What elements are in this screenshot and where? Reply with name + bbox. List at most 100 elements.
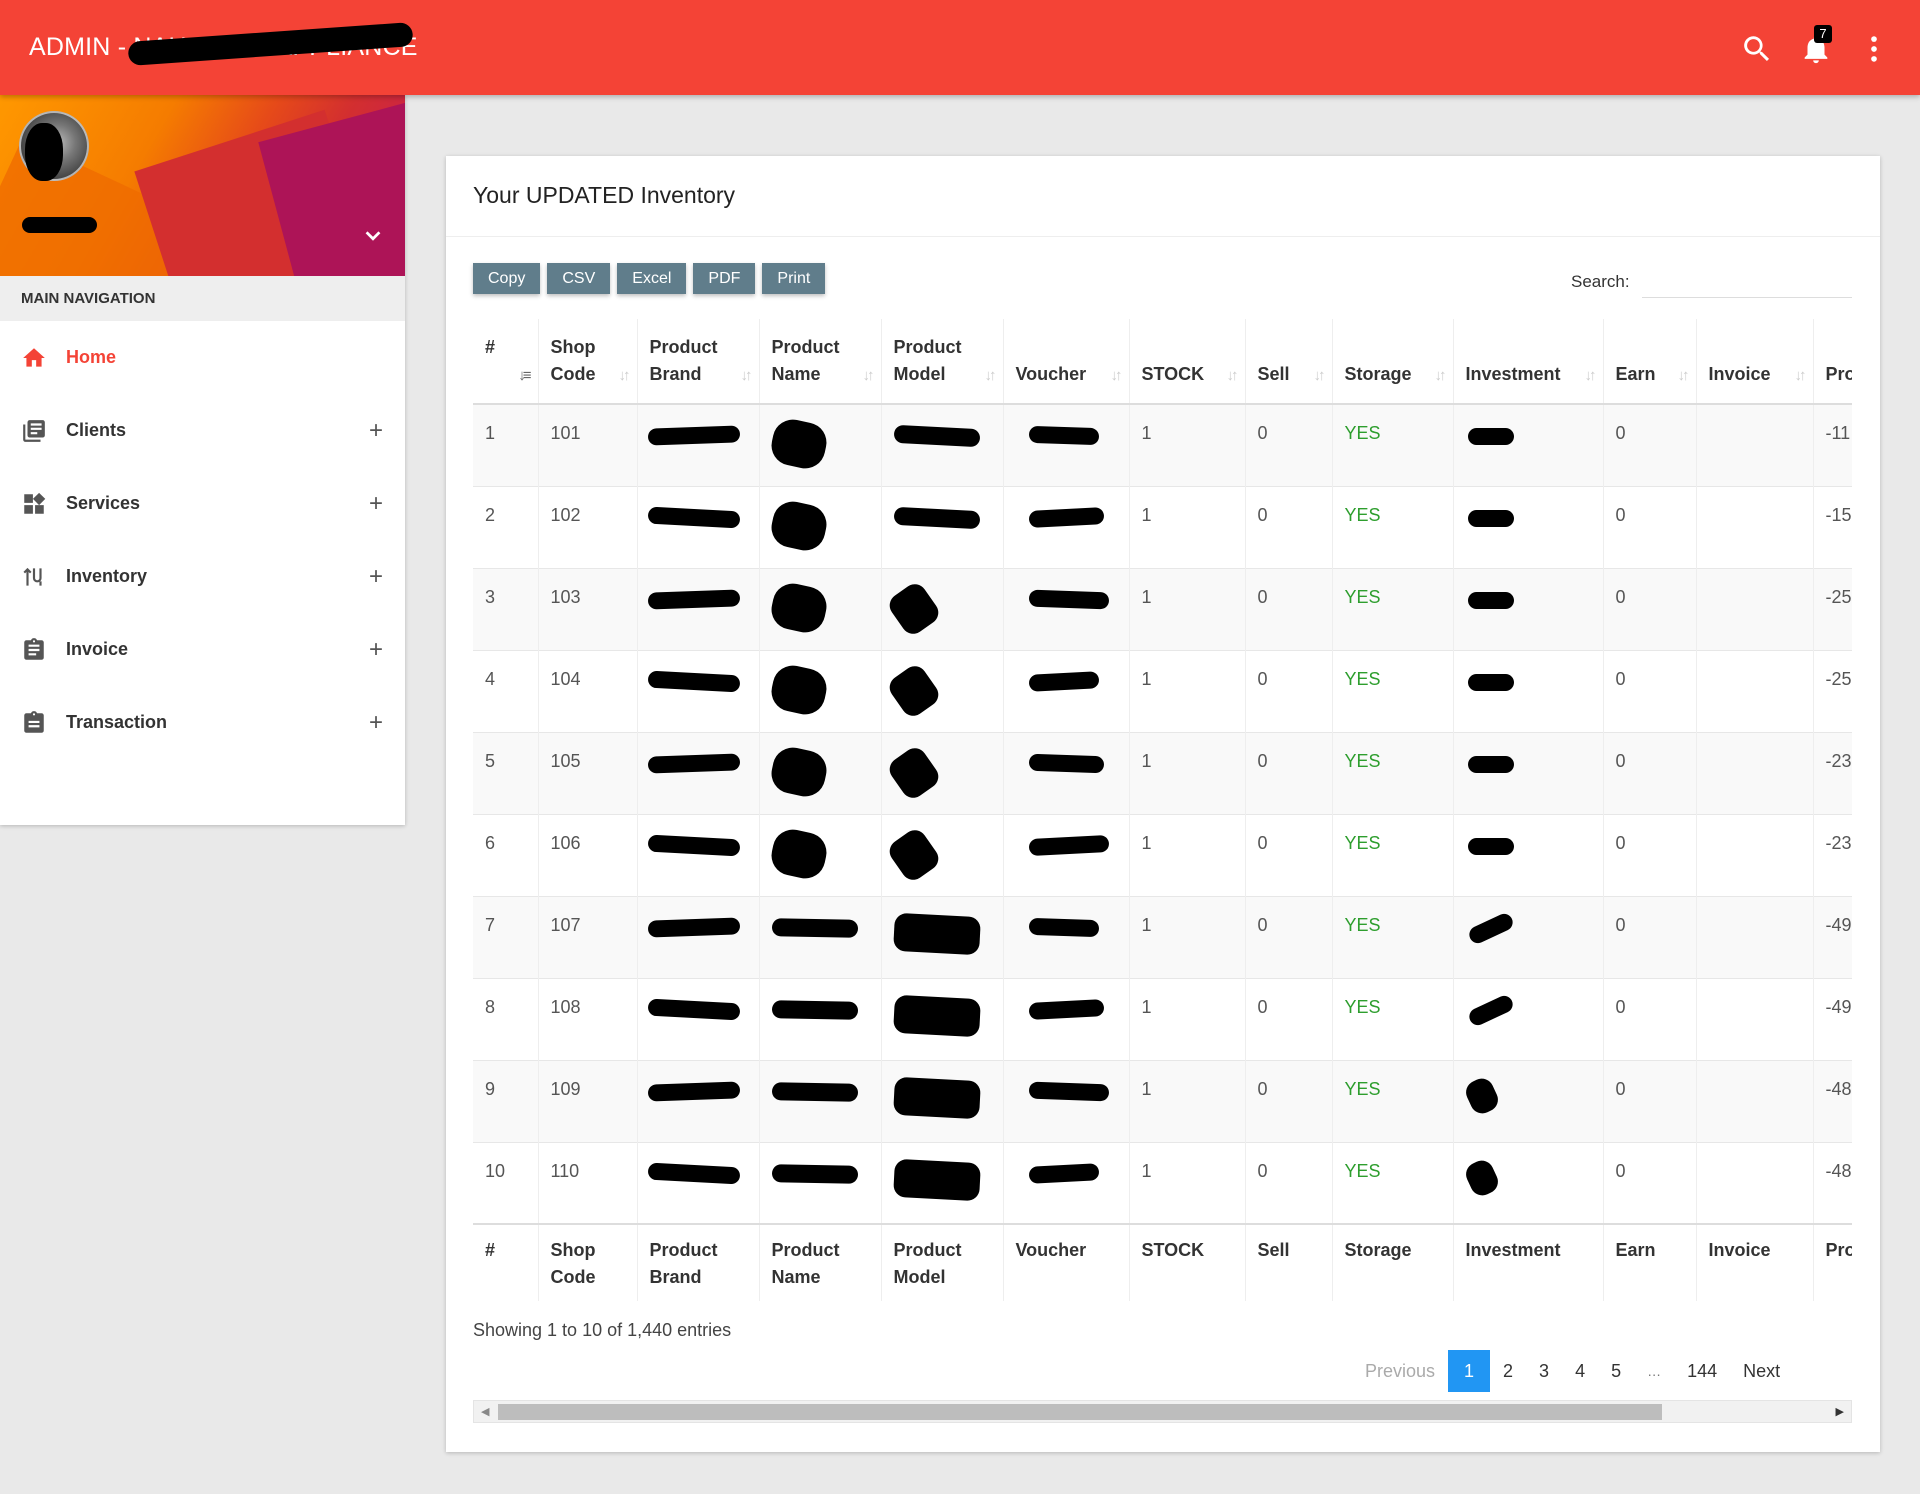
horizontal-scrollbar[interactable]: ◀ ▶ xyxy=(473,1400,1852,1423)
redaction-mark xyxy=(771,1081,858,1102)
product-brand-cell xyxy=(637,1060,760,1142)
clients-icon xyxy=(20,417,48,445)
redaction-mark xyxy=(647,588,740,610)
column-header[interactable]: Invoice ↓↑ xyxy=(1696,319,1814,405)
page-button[interactable]: 3 xyxy=(1526,1350,1562,1392)
sort-icon: ↓↑ xyxy=(1677,367,1690,384)
copy-button[interactable]: Copy xyxy=(473,263,541,294)
column-header[interactable]: Earn ↓↑ xyxy=(1603,319,1697,405)
product-brand-cell xyxy=(637,568,760,650)
sidebar-item-invoice[interactable]: Invoice + xyxy=(0,613,405,686)
sell-cell: 0 xyxy=(1245,404,1333,486)
expand-icon[interactable]: + xyxy=(369,563,383,591)
page-button[interactable]: 2 xyxy=(1490,1350,1526,1392)
more-vert-icon[interactable] xyxy=(1857,32,1891,66)
redaction-mark xyxy=(1466,910,1515,946)
pro-cell: -25 xyxy=(1813,650,1852,732)
sidebar-item-clients[interactable]: Clients + xyxy=(0,394,405,467)
row-number: 9 xyxy=(473,1060,539,1142)
table-row: 9 109 1 0 YES 0 -48 xyxy=(473,1060,1852,1142)
pagination-ellipsis: … xyxy=(1647,1363,1662,1379)
sell-cell: 0 xyxy=(1245,814,1333,896)
pro-cell: -15 xyxy=(1813,486,1852,568)
next-page-button[interactable]: Next xyxy=(1730,1350,1793,1392)
page-button[interactable]: 144 xyxy=(1674,1350,1730,1392)
column-header[interactable]: # ↓≡ xyxy=(473,319,539,405)
product-model-cell xyxy=(881,814,1004,896)
scrollbar-thumb[interactable] xyxy=(498,1404,1662,1420)
scroll-right-icon[interactable]: ▶ xyxy=(1836,1405,1844,1418)
column-header[interactable]: STOCK ↓↑ xyxy=(1129,319,1246,405)
redaction-mark xyxy=(1466,992,1515,1028)
column-header[interactable]: Product Model ↓↑ xyxy=(881,319,1004,405)
sidebar-item-home[interactable]: Home xyxy=(0,321,405,394)
page-button-current[interactable]: 1 xyxy=(1448,1350,1491,1392)
expand-icon[interactable]: + xyxy=(369,490,383,518)
chevron-down-icon[interactable] xyxy=(362,225,384,247)
pdf-button[interactable]: PDF xyxy=(693,263,756,294)
print-button[interactable]: Print xyxy=(762,263,826,294)
shop-code-cell: 108 xyxy=(538,978,638,1060)
redaction-mark xyxy=(884,661,943,720)
product-model-cell xyxy=(881,568,1004,650)
search-label: Search: xyxy=(1571,272,1630,291)
search-icon[interactable] xyxy=(1740,32,1774,66)
investment-cell xyxy=(1453,1142,1604,1224)
sidebar-item-transaction[interactable]: Transaction + xyxy=(0,686,405,759)
invoice-cell xyxy=(1696,404,1814,486)
redaction-mark xyxy=(884,579,943,638)
storage-cell: YES xyxy=(1332,732,1454,814)
excel-button[interactable]: Excel xyxy=(617,263,687,294)
redaction-mark xyxy=(1028,1081,1109,1101)
search-input[interactable] xyxy=(1642,262,1852,298)
expand-icon[interactable]: + xyxy=(369,417,383,445)
product-model-cell xyxy=(881,978,1004,1060)
earn-cell: 0 xyxy=(1603,896,1697,978)
column-header[interactable]: Product Brand ↓↑ xyxy=(637,319,760,405)
earn-cell: 0 xyxy=(1603,650,1697,732)
column-header[interactable]: Sell ↓↑ xyxy=(1245,319,1333,405)
csv-button[interactable]: CSV xyxy=(547,263,611,294)
row-number: 5 xyxy=(473,732,539,814)
product-model-cell xyxy=(881,1142,1004,1224)
page-button[interactable]: 4 xyxy=(1562,1350,1598,1392)
page-button[interactable]: 5 xyxy=(1598,1350,1634,1392)
table-row: 3 103 1 0 YES 0 -25 xyxy=(473,568,1852,650)
stock-cell: 1 xyxy=(1129,1060,1246,1142)
product-name-cell xyxy=(759,404,882,486)
redaction-mark xyxy=(647,1162,740,1184)
redaction-mark xyxy=(1028,589,1109,609)
column-footer: Shop Code xyxy=(538,1223,638,1301)
sell-cell: 0 xyxy=(1245,1142,1333,1224)
scroll-left-icon[interactable]: ◀ xyxy=(481,1405,489,1418)
voucher-cell xyxy=(1003,896,1130,978)
sidebar-item-services[interactable]: Services + xyxy=(0,467,405,540)
invoice-cell xyxy=(1696,1142,1814,1224)
column-header[interactable]: Investment ↓↑ xyxy=(1453,319,1604,405)
shop-code-cell: 107 xyxy=(538,896,638,978)
previous-page-button[interactable]: Previous xyxy=(1352,1350,1448,1392)
redaction-mark xyxy=(1467,837,1514,855)
row-number: 3 xyxy=(473,568,539,650)
column-header[interactable]: Shop Code ↓↑ xyxy=(538,319,638,405)
expand-icon[interactable]: + xyxy=(369,636,383,664)
earn-cell: 0 xyxy=(1603,978,1697,1060)
redaction-mark xyxy=(767,415,830,473)
inventory-table-wrapper[interactable]: # ↓≡ Shop Code ↓↑ Product Brand ↓↑ Product … xyxy=(473,319,1852,1301)
voucher-cell xyxy=(1003,978,1130,1060)
earn-cell: 0 xyxy=(1603,568,1697,650)
voucher-cell xyxy=(1003,650,1130,732)
expand-icon[interactable]: + xyxy=(369,709,383,737)
sell-cell: 0 xyxy=(1245,486,1333,568)
shop-code-cell: 103 xyxy=(538,568,638,650)
column-header[interactable]: Pro xyxy=(1813,319,1852,405)
product-model-cell xyxy=(881,650,1004,732)
sort-icon: ↓↑ xyxy=(740,367,753,384)
column-header[interactable]: Product Name ↓↑ xyxy=(759,319,882,405)
sell-cell: 0 xyxy=(1245,978,1333,1060)
column-header[interactable]: Storage ↓↑ xyxy=(1332,319,1454,405)
shop-code-cell: 102 xyxy=(538,486,638,568)
sidebar-item-inventory[interactable]: Inventory + xyxy=(0,540,405,613)
column-header[interactable]: Voucher ↓↑ xyxy=(1003,319,1130,405)
investment-cell xyxy=(1453,896,1604,978)
